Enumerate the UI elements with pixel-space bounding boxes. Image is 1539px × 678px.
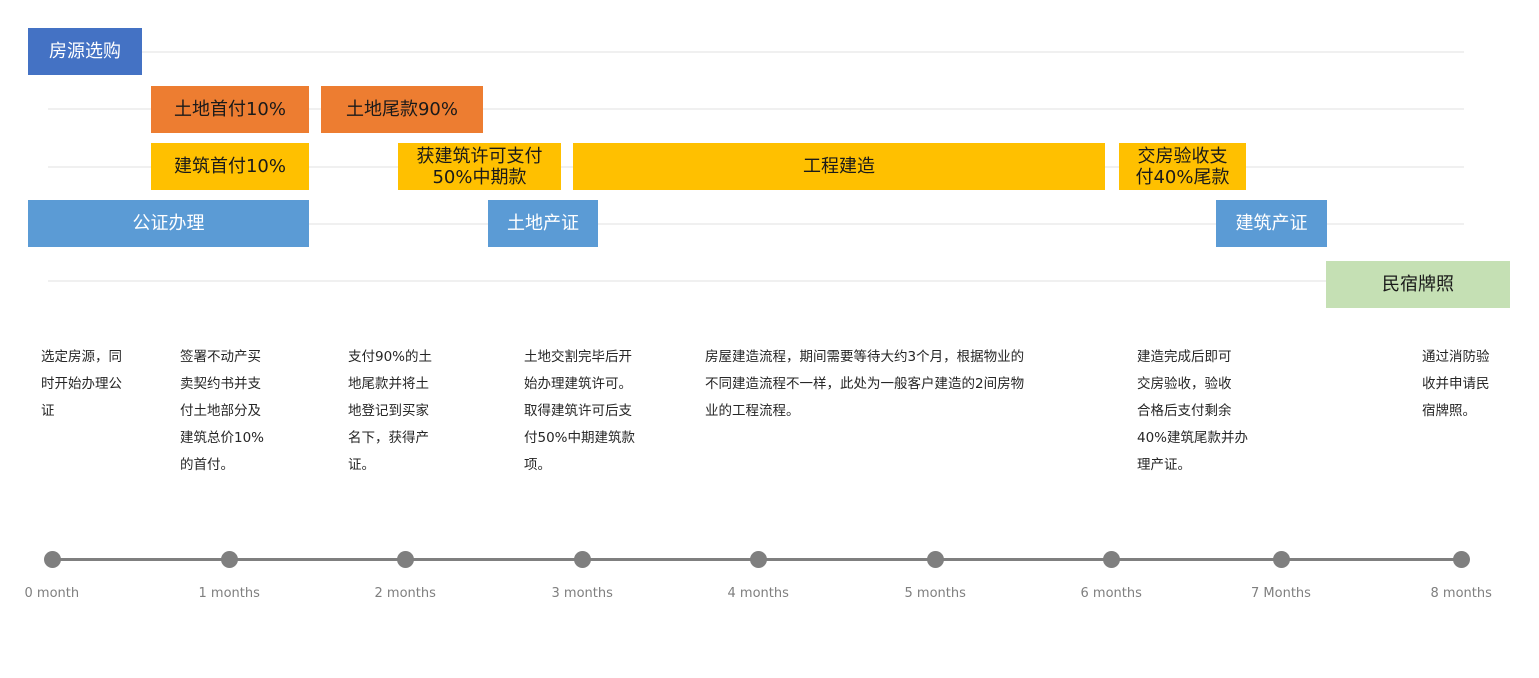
- grid-line: [48, 51, 1464, 53]
- phase-land-down-payment: 土地首付10%: [151, 86, 309, 133]
- phase-house-selection: 房源选购: [28, 28, 142, 75]
- timeline-tick-dot: [927, 551, 944, 568]
- timeline-tick-label: 6 months: [1080, 586, 1142, 601]
- timeline-tick-label: 7 Months: [1251, 586, 1311, 601]
- description-license: 通过消防验 收并申请民 宿牌照。: [1422, 349, 1490, 419]
- timeline-tick-label: 4 months: [727, 586, 789, 601]
- timeline-tick-dot: [1273, 551, 1290, 568]
- timeline-tick-label: 5 months: [904, 586, 966, 601]
- timeline-tick-label: 1 months: [198, 586, 260, 601]
- timeline-tick-label: 2 months: [374, 586, 436, 601]
- timeline-tick-dot: [1453, 551, 1470, 568]
- phase-construction: 工程建造: [573, 143, 1105, 190]
- timeline-tick-dot: [1103, 551, 1120, 568]
- timeline-tick-dot: [44, 551, 61, 568]
- phase-land-certificate: 土地产证: [488, 200, 598, 247]
- phase-notary: 公证办理: [28, 200, 309, 247]
- description-handover: 建造完成后即可 交房验收，验收 合格后支付剩余 40%建筑尾款并办 理产证。: [1137, 349, 1249, 473]
- timeline-tick-label: 3 months: [551, 586, 613, 601]
- timeline-tick-dot: [221, 551, 238, 568]
- phase-bnb-license: 民宿牌照: [1326, 261, 1510, 308]
- phase-build-down-payment: 建筑首付10%: [151, 143, 309, 190]
- timeline-tick-label: 8 months: [1430, 586, 1492, 601]
- phase-handover-final-payment: 交房验收支 付40%尾款: [1119, 143, 1246, 190]
- description-construction: 房屋建造流程，期间需要等待大约3个月，根据物业的 不同建造流程不一样，此处为一般…: [705, 349, 1025, 419]
- description-contract: 签署不动产买 卖契约书并支 付土地部分及 建筑总价10% 的首付。: [180, 349, 265, 473]
- timeline-tick-dot: [397, 551, 414, 568]
- description-house-selection: 选定房源，同 时开始办理公 证: [41, 349, 122, 419]
- phase-building-certificate: 建筑产证: [1216, 200, 1327, 247]
- description-land-final: 支付90%的土 地尾款并将土 地登记到买家 名下，获得产 证。: [348, 349, 433, 473]
- phase-permit-mid-payment: 获建筑许可支付 50%中期款: [398, 143, 561, 190]
- description-permit: 土地交割完毕后开 始办理建筑许可。 取得建筑许可后支 付50%中期建筑款 项。: [524, 349, 636, 473]
- timeline-tick-dot: [750, 551, 767, 568]
- phase-land-final-payment: 土地尾款90%: [321, 86, 483, 133]
- timeline-tick-label: 0 month: [24, 586, 80, 601]
- grid-line: [48, 280, 1464, 282]
- timeline-tick-dot: [574, 551, 591, 568]
